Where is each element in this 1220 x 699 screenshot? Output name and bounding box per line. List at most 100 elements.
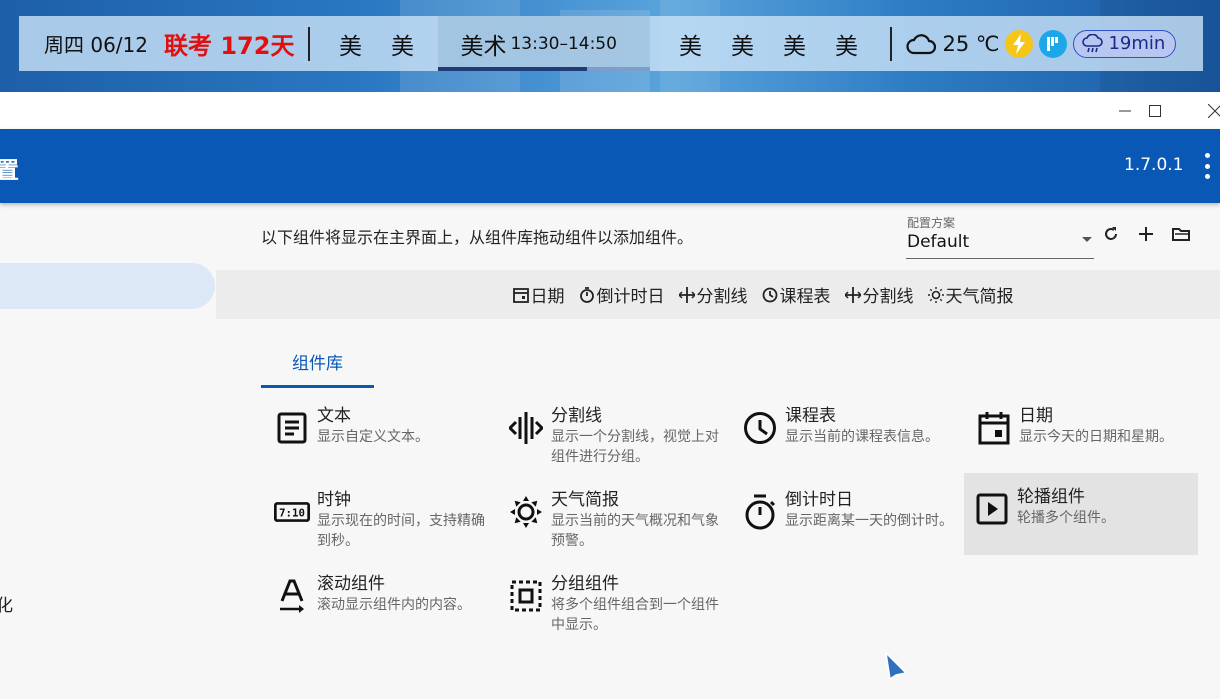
class-item: 美 xyxy=(338,33,362,60)
component-desc: 显示一个分割线，视觉上对组件进行分组。 xyxy=(551,429,719,465)
flag-alert-icon[interactable] xyxy=(1039,29,1068,58)
temperature-text: 25 ℃ xyxy=(942,31,1000,56)
component-card[interactable]: 滚动组件 滚动显示组件内的内容。 xyxy=(264,560,498,642)
current-class-time: 13:30–14:50 xyxy=(510,33,617,54)
component-card[interactable]: 天气简报 显示当前的天气概况和气象预警。 xyxy=(498,476,732,558)
more-menu-icon[interactable] xyxy=(1199,153,1215,179)
add-profile-button[interactable] xyxy=(1135,223,1157,245)
window-titlebar[interactable] xyxy=(0,92,1220,129)
class-item: 美 xyxy=(678,33,702,60)
close-button[interactable] xyxy=(1192,92,1220,129)
weather-icon xyxy=(510,496,542,528)
app-header: 置 1.7.0.1 xyxy=(0,129,1220,203)
component-card[interactable]: 日期 显示今天的日期和星期。 xyxy=(966,392,1200,474)
component-name: 天气简报 xyxy=(551,490,619,510)
maximize-button[interactable] xyxy=(1132,92,1178,129)
preview-item-label: 日期 xyxy=(530,287,565,307)
open-folder-button[interactable] xyxy=(1170,223,1192,245)
group-icon xyxy=(510,580,542,612)
timer-icon xyxy=(579,286,594,303)
cloud-icon xyxy=(906,33,937,54)
digital-clock-icon: 7:10 xyxy=(274,502,310,522)
refresh-icon xyxy=(1105,227,1117,240)
date-text: 周四 06/12 xyxy=(44,33,148,57)
component-card[interactable]: 倒计时日 显示距离某一天的倒计时。 xyxy=(732,476,966,558)
close-icon xyxy=(1208,103,1220,118)
component-name: 轮播组件 xyxy=(1017,487,1085,507)
component-name: 日期 xyxy=(1019,406,1053,426)
component-card[interactable]: 分割线 显示一个分割线，视觉上对组件进行分组。 xyxy=(498,392,732,474)
svg-text:7:10: 7:10 xyxy=(279,507,305,520)
component-card[interactable]: 7:10 时钟 显示现在的时间，支持精确到秒。 xyxy=(264,476,498,558)
preview-item[interactable]: 课程表 xyxy=(762,282,831,307)
component-desc: 显示自定义文本。 xyxy=(317,429,429,445)
class-island-bar: 周四 06/12 联考 172天 美 美 美术 13:30–14:50 美 美 … xyxy=(19,16,1203,71)
calendar-icon xyxy=(978,412,1010,445)
preview-item-label: 分割线 xyxy=(862,287,914,307)
class-item: 美 xyxy=(390,33,414,60)
component-desc: 将多个组件组合到一个组件中显示。 xyxy=(551,597,719,633)
preview-item-label: 天气简报 xyxy=(945,287,1014,307)
rain-forecast-badge[interactable]: 19min xyxy=(1073,29,1177,58)
component-name: 课程表 xyxy=(785,406,836,426)
profile-select[interactable]: 配置方案 Default xyxy=(906,212,1094,259)
clock-icon xyxy=(762,287,777,302)
component-desc: 显示距离某一天的倒计时。 xyxy=(785,513,953,529)
class-item: 美 xyxy=(782,33,806,60)
component-desc: 显示当前的天气概况和气象预警。 xyxy=(551,513,719,549)
clock-icon xyxy=(744,412,776,444)
preview-item[interactable]: 分割线 xyxy=(678,282,748,307)
profile-value: Default xyxy=(907,232,970,252)
component-desc: 显示现在的时间，支持精确到秒。 xyxy=(317,513,485,549)
minimize-icon xyxy=(1119,110,1131,111)
weather-widget: 25 ℃ xyxy=(906,32,999,56)
current-class-name: 美术 xyxy=(460,33,507,60)
tab-component-library[interactable]: 组件库 xyxy=(261,338,374,388)
preview-item[interactable]: 分割线 xyxy=(844,282,914,307)
marquee-icon xyxy=(280,579,304,613)
preview-item-label: 课程表 xyxy=(779,287,831,307)
dropdown-arrow-icon xyxy=(1082,237,1092,242)
class-progress-bar xyxy=(438,67,587,71)
divider-icon xyxy=(509,412,543,444)
tab-indicator xyxy=(261,385,374,388)
lightning-alert-icon[interactable] xyxy=(1005,29,1034,58)
rain-cloud-icon xyxy=(1082,33,1104,52)
exam-countdown: 联考 172天 xyxy=(164,32,295,60)
tab-label: 组件库 xyxy=(292,354,343,374)
maximize-icon xyxy=(1149,104,1161,117)
preview-item[interactable]: 天气简报 xyxy=(927,282,1014,307)
component-desc: 轮播多个组件。 xyxy=(1017,510,1115,526)
page-title: 置 xyxy=(0,158,19,184)
component-desc: 显示今天的日期和星期。 xyxy=(1019,429,1173,445)
weather-icon xyxy=(927,286,944,303)
divider-icon xyxy=(678,286,695,303)
class-item: 美 xyxy=(834,33,858,60)
text-icon xyxy=(277,412,307,444)
sidebar-item-selected[interactable] xyxy=(0,263,215,309)
component-name: 分割线 xyxy=(551,406,602,426)
divider xyxy=(308,26,311,61)
preview-item-label: 倒计时日 xyxy=(596,287,665,307)
component-card-selected[interactable]: 轮播组件 轮播多个组件。 xyxy=(964,473,1198,555)
profile-label: 配置方案 xyxy=(907,216,956,230)
component-card[interactable]: 文本 显示自定义文本。 xyxy=(264,392,498,474)
preview-item[interactable]: 倒计时日 xyxy=(579,282,665,307)
component-card[interactable]: 课程表 显示当前的课程表信息。 xyxy=(732,392,966,474)
preview-item[interactable]: 日期 xyxy=(512,282,565,307)
divider xyxy=(890,26,893,61)
component-description: 以下组件将显示在主界面上，从组件库拖动组件以添加组件。 xyxy=(261,228,694,247)
component-card[interactable]: 分组组件 将多个组件组合到一个组件中显示。 xyxy=(498,560,732,642)
sidebar-item-label[interactable]: 化 xyxy=(0,591,13,616)
slideshow-icon xyxy=(976,493,1008,525)
component-name: 滚动组件 xyxy=(317,574,385,594)
refresh-button[interactable] xyxy=(1100,223,1122,245)
main-view-preview[interactable]: 日期 倒计时日 分割线 课程表 分割线 天气简报 xyxy=(216,270,1220,319)
folder-icon xyxy=(1172,228,1190,241)
calendar-icon xyxy=(512,287,529,303)
component-desc: 滚动显示组件内的内容。 xyxy=(317,597,471,613)
rain-forecast-text: 19min xyxy=(1108,33,1166,54)
current-class: 美术 13:30–14:50 xyxy=(438,16,651,71)
component-name: 文本 xyxy=(317,406,351,426)
divider-icon xyxy=(844,286,861,303)
